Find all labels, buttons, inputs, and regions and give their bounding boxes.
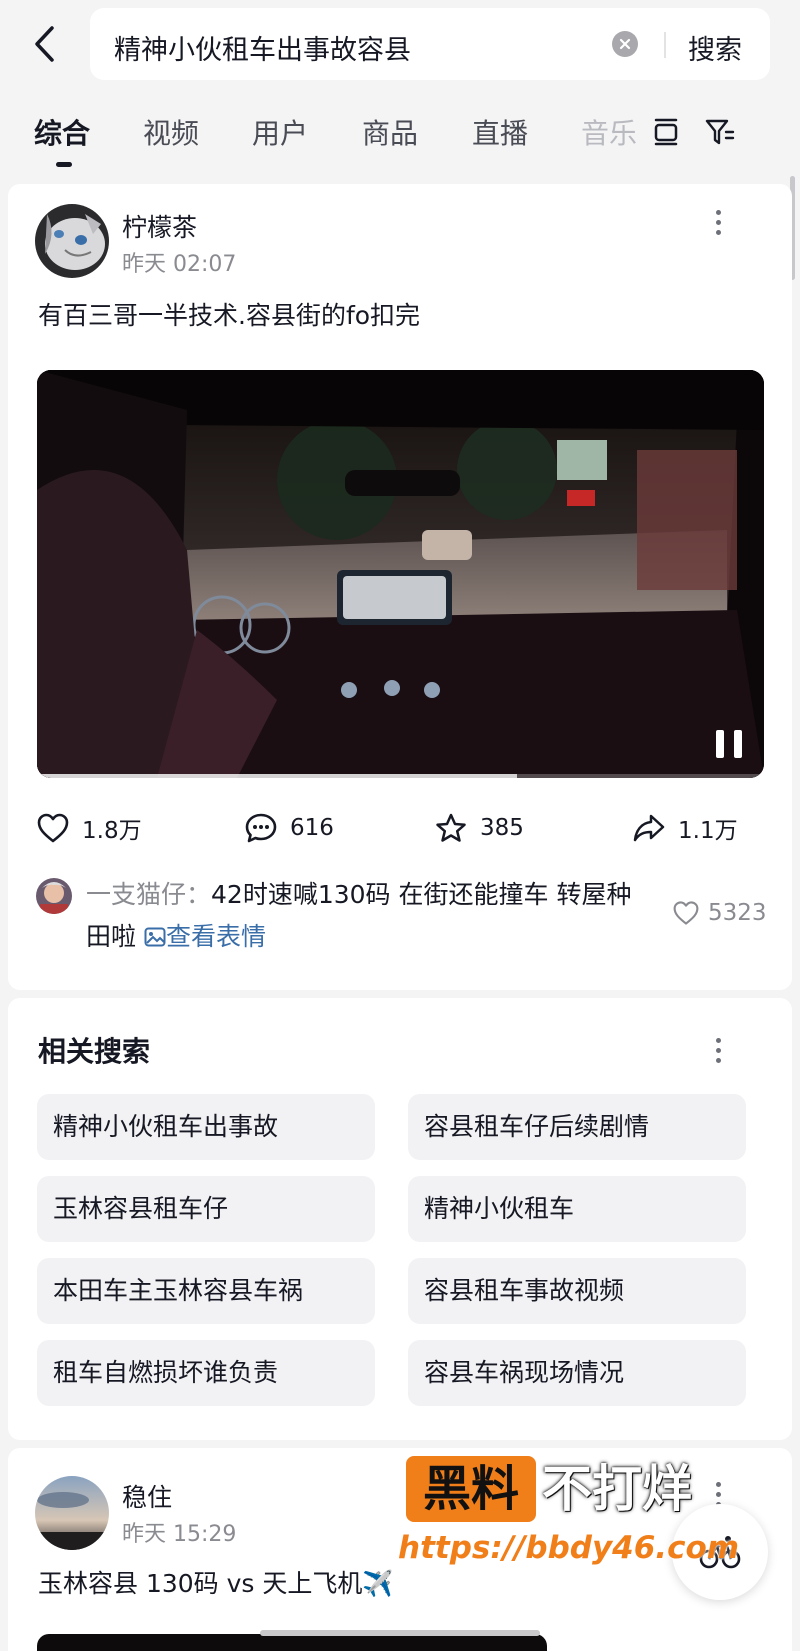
video-thumbnail-partial[interactable] [37,1634,547,1651]
post-card[interactable]: 柠檬茶 昨天 02:07 有百三哥一半技术.容县街的fo扣完 1.8万 616 … [8,184,792,990]
back-button[interactable] [24,22,64,66]
post-text: 有百三哥一半技术.容县街的fo扣完 [38,301,421,330]
video-frame-night-car-interior [37,370,764,778]
comment-avatar[interactable] [36,878,72,914]
tab-live[interactable]: 直播 [472,112,528,152]
comment-icon [245,813,277,843]
tab-products[interactable]: 商品 [362,112,418,152]
pause-icon-bar [716,730,724,758]
tab-music[interactable]: 音乐 [581,112,637,152]
related-search-item[interactable]: 容县租车仔后续剧情 [408,1094,746,1160]
header: 精神小伙租车出事故容县 搜索 [0,0,800,90]
video-progress-fill [37,774,517,778]
heart-icon [37,813,69,843]
comment-like-count: 5323 [708,900,767,926]
video-progress-bar[interactable] [37,774,764,778]
post-actions: 1.8万 616 385 1.1万 [8,804,792,852]
dot [715,1037,721,1043]
share-arrow-icon [633,814,665,842]
watermark-text: 不打烊 [542,1460,692,1518]
dot [715,1047,721,1053]
view-emoji-link[interactable]: 查看表情 [144,922,266,951]
watermark: 黑料 不打烊 https://bbdy46.com [398,1456,739,1576]
share-count: 1.1万 [678,818,738,844]
search-box[interactable]: 精神小伙租车出事故容县 搜索 [90,8,770,80]
star-icon [436,813,466,842]
search-button[interactable]: 搜索 [688,28,742,67]
pause-button[interactable] [716,730,742,758]
view-emoji-label: 查看表情 [165,922,266,951]
related-search-item[interactable]: 容县车祸现场情况 [408,1340,746,1406]
related-search-item[interactable]: 本田车主玉林容县车祸 [37,1258,375,1324]
post-username[interactable]: 柠檬茶 [122,208,197,244]
share-button[interactable]: 1.1万 [632,804,738,852]
watermark-box: 黑料 [406,1456,536,1522]
clear-search-button[interactable] [612,31,638,57]
search-divider [664,32,666,58]
video-player[interactable] [37,370,764,778]
heart-icon [673,901,699,925]
top-comment[interactable]: 一支猫仔：42时速喊130码 在街还能撞车 转屋种田啦 查看表情 5323 [8,874,792,974]
more-options-button[interactable] [708,204,728,240]
dot [715,1057,721,1063]
search-input[interactable]: 精神小伙租车出事故容县 [114,28,411,67]
active-tab-indicator [56,162,72,167]
avatar[interactable] [35,204,109,278]
cat-avatar-image [35,204,109,278]
comment-avatar-image [36,878,72,914]
comment-button[interactable]: 616 [244,804,334,852]
related-search-item[interactable]: 租车自燃损坏谁负责 [37,1340,375,1406]
layout-toggle-button[interactable] [648,114,684,150]
filter-icon [705,119,735,145]
favorite-button[interactable]: 385 [434,804,524,852]
tab-comprehensive[interactable]: 综合 [34,112,90,152]
tab-video[interactable]: 视频 [143,112,199,152]
pause-icon-bar [734,730,742,758]
layout-icon [654,118,678,146]
category-tabs: 综合 视频 用户 商品 直播 音乐 [0,100,800,170]
home-indicator [260,1630,540,1636]
related-more-button[interactable] [708,1032,728,1068]
post-timestamp: 昨天 15:29 [122,1522,237,1547]
dot [715,209,721,215]
filter-button[interactable] [702,114,738,150]
comment-text-block: 一支猫仔：42时速喊130码 在街还能撞车 转屋种田啦 查看表情 [86,874,646,958]
tab-users[interactable]: 用户 [252,112,308,152]
image-icon [144,927,166,947]
post-text: 玉林容县 130码 vs 天上飞机✈️ [38,1569,394,1598]
like-count: 1.8万 [82,818,142,844]
like-button[interactable]: 1.8万 [36,804,142,852]
close-icon [619,38,631,50]
avatar[interactable] [35,1476,109,1550]
related-search-item[interactable]: 精神小伙租车出事故 [37,1094,375,1160]
related-searches-title: 相关搜索 [38,1035,151,1068]
favorite-count: 385 [480,815,524,841]
related-search-item[interactable]: 精神小伙租车 [408,1176,746,1242]
related-searches-card: 相关搜索 精神小伙租车出事故 容县租车仔后续剧情 玉林容县租车仔 精神小伙租车 … [8,998,792,1440]
related-search-item[interactable]: 玉林容县租车仔 [37,1176,375,1242]
chevron-left-icon [35,26,54,62]
post-username[interactable]: 稳住 [122,1478,172,1514]
dot [715,229,721,235]
comment-like-button[interactable]: 5323 [672,900,767,926]
post-timestamp: 昨天 02:07 [122,252,237,277]
comment-count: 616 [290,815,334,841]
watermark-url: https://bbdy46.com [398,1530,740,1566]
related-search-item[interactable]: 容县租车事故视频 [408,1258,746,1324]
sky-avatar-image [35,1476,109,1550]
comment-author[interactable]: 一支猫仔： [86,880,211,909]
dot [715,219,721,225]
